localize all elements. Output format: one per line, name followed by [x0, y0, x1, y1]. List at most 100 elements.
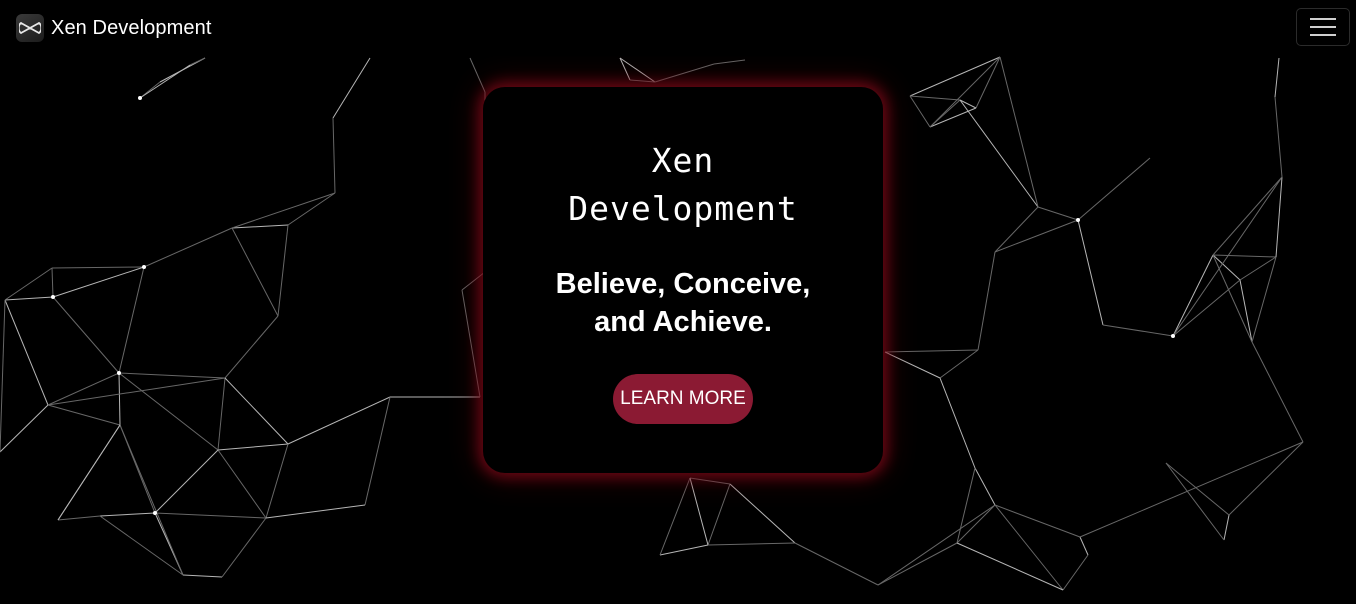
network-line — [729, 483, 796, 544]
network-line — [1037, 206, 1079, 221]
network-line — [659, 544, 709, 556]
network-line — [689, 477, 731, 485]
network-line — [139, 64, 191, 99]
network-node — [142, 265, 146, 269]
network-line — [909, 95, 961, 101]
network-line — [994, 206, 1039, 253]
network-line — [182, 574, 223, 578]
network-node — [153, 511, 157, 515]
hamburger-menu-icon — [1310, 18, 1336, 36]
network-line — [364, 396, 391, 506]
navbar: Xen Development — [0, 0, 1356, 56]
network-line — [217, 449, 267, 519]
network-line — [143, 227, 233, 268]
network-line — [939, 377, 976, 469]
menu-toggle-button[interactable] — [1296, 8, 1350, 46]
learn-more-button[interactable]: LEARN MORE — [613, 374, 753, 424]
network-line — [956, 542, 1064, 591]
network-line — [689, 477, 709, 546]
network-line — [118, 372, 121, 426]
network-line — [1274, 96, 1283, 178]
network-line — [956, 467, 976, 544]
network-line — [154, 449, 219, 514]
network-node — [1171, 334, 1175, 338]
network-line — [231, 192, 336, 229]
hero-card: Xen Development Believe, Conceive, and A… — [483, 87, 883, 473]
brand-link[interactable]: Xen Development — [16, 13, 211, 43]
network-line — [1212, 254, 1253, 343]
network-line — [4, 267, 53, 301]
brand-name: Xen Development — [51, 16, 212, 39]
network-line — [877, 542, 958, 586]
network-line — [939, 349, 979, 379]
network-line — [1102, 324, 1174, 337]
network-line — [884, 351, 941, 379]
network-line — [57, 424, 121, 521]
network-line — [118, 266, 145, 374]
network-line — [4, 296, 54, 301]
network-node — [117, 371, 121, 375]
network-line — [659, 477, 691, 556]
network-line — [1239, 279, 1253, 343]
network-line — [707, 483, 731, 546]
hero-tagline: Believe, Conceive, and Achieve. — [555, 268, 811, 338]
network-line — [1212, 176, 1283, 256]
network-line — [1228, 441, 1304, 516]
network-line — [217, 443, 289, 451]
network-line — [884, 349, 979, 353]
network-node — [138, 96, 142, 100]
network-line — [47, 372, 120, 406]
network-line — [713, 59, 746, 65]
network-line — [99, 512, 156, 517]
network-line — [118, 372, 219, 451]
network-line — [929, 56, 1001, 128]
network-line — [265, 443, 289, 519]
network-line — [461, 289, 481, 398]
network-line — [154, 512, 267, 519]
network-line — [51, 267, 54, 298]
network-line — [332, 57, 371, 119]
network-line — [1251, 341, 1304, 443]
network-line — [654, 63, 715, 83]
network-line — [994, 219, 1079, 253]
network-line — [469, 57, 486, 93]
network-line — [52, 296, 120, 374]
network-line — [999, 56, 1039, 208]
network-line — [51, 266, 145, 269]
network-line — [1223, 514, 1230, 541]
network-line — [975, 56, 1001, 109]
network-line — [1274, 57, 1280, 98]
network-line — [1077, 219, 1104, 326]
network-line — [52, 266, 145, 298]
network-line — [1077, 157, 1151, 221]
network-line — [1079, 536, 1089, 556]
network-line — [1172, 279, 1241, 337]
network-line — [877, 504, 996, 586]
network-line — [57, 515, 101, 521]
hero-title: Xen Development — [568, 141, 798, 228]
network-line — [224, 315, 279, 379]
network-line — [1165, 462, 1230, 516]
network-line — [1079, 441, 1304, 538]
network-line — [974, 467, 996, 506]
network-line — [1212, 254, 1277, 258]
network-line — [707, 542, 796, 546]
network-line — [794, 542, 879, 586]
network-line — [0, 404, 49, 453]
network-line — [224, 377, 289, 445]
network-line — [1275, 176, 1283, 258]
network-line — [265, 504, 366, 519]
network-line — [287, 192, 336, 226]
network-line — [461, 271, 486, 291]
network-line — [332, 117, 336, 194]
network-node — [1076, 218, 1080, 222]
network-line — [47, 377, 226, 406]
network-line — [956, 504, 996, 544]
network-line — [929, 107, 977, 128]
network-line — [118, 372, 226, 379]
network-line — [0, 299, 6, 453]
network-line — [217, 377, 226, 451]
network-line — [629, 79, 656, 83]
page: Xen Development Xen Development Believe,… — [0, 0, 1356, 604]
network-line — [189, 57, 206, 66]
